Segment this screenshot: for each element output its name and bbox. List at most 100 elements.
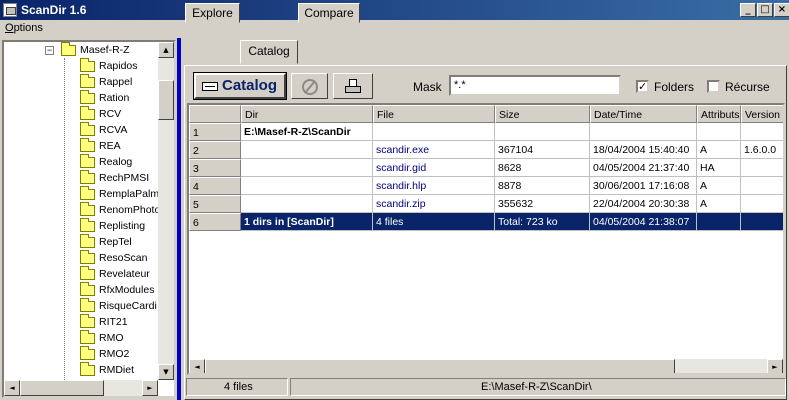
cell-row-number[interactable]: 5 (189, 195, 241, 213)
column-header-size[interactable]: Size (495, 105, 590, 123)
cell-attributes[interactable]: A (697, 177, 741, 195)
catalog-grid[interactable]: Dir File Size Date/Time Attributs Version 1 E:\… (187, 103, 785, 375)
cell-size[interactable] (495, 123, 590, 141)
cell-datetime[interactable]: 04/05/2004 21:37:40 (590, 159, 697, 177)
recurse-checkbox[interactable] (707, 80, 720, 93)
tree-item-label: ResoScan (99, 252, 148, 264)
cell-dir[interactable] (241, 195, 373, 213)
column-header-dir[interactable]: Dir (241, 105, 373, 123)
cell-file[interactable]: scandir.gid (373, 159, 495, 177)
tree-item-label: REA (99, 140, 121, 152)
cell-row-number[interactable]: 4 (189, 177, 241, 195)
cell-dir[interactable]: 1 dirs in [ScanDir] (241, 213, 373, 231)
cell-file[interactable] (373, 123, 495, 141)
scroll-up-button[interactable]: ▲ (158, 42, 174, 58)
cell-version[interactable] (741, 159, 783, 177)
cell-datetime[interactable]: 18/04/2004 15:40:40 (590, 141, 697, 159)
scroll-right-button[interactable]: ► (767, 359, 783, 373)
cell-dir[interactable] (241, 177, 373, 195)
scroll-left-button[interactable]: ◄ (189, 359, 205, 373)
folder-icon (80, 74, 95, 88)
cell-attributes[interactable]: A (697, 195, 741, 213)
cell-datetime[interactable]: 04/05/2004 21:38:07 (590, 213, 697, 231)
tree-horizontal-scrollbar[interactable]: ◄ ► (4, 380, 158, 396)
cell-dir[interactable] (241, 141, 373, 159)
tab-explore[interactable]: Explore (185, 3, 240, 23)
column-header-datetime[interactable]: Date/Time (590, 105, 697, 123)
tree-item-label: Replisting (99, 220, 146, 232)
tree-item-label: RfxModules (99, 284, 155, 296)
tree-item-label: RenomPhoto (99, 204, 161, 216)
folder-icon (80, 330, 95, 344)
cell-datetime[interactable]: 22/04/2004 20:30:38 (590, 195, 697, 213)
folder-icon (80, 186, 95, 200)
menu-options[interactable]: Options (5, 22, 43, 34)
folder-icon (80, 170, 95, 184)
cell-row-number[interactable]: 1 (189, 123, 241, 141)
scroll-thumb[interactable] (20, 380, 104, 396)
mask-label: Mask (413, 80, 442, 94)
cell-size[interactable]: 355632 (495, 195, 590, 213)
collapse-toggle[interactable]: − (45, 46, 54, 55)
cell-row-number[interactable]: 6 (189, 213, 241, 231)
folder-icon (80, 138, 95, 152)
cell-dir[interactable] (241, 159, 373, 177)
scroll-right-button[interactable]: ► (142, 380, 158, 396)
tab-compare[interactable]: Compare (298, 3, 360, 23)
cell-file[interactable]: scandir.exe (373, 141, 495, 159)
folder-tree[interactable]: − Masef-R-Z Rapidos Rappel Ration RCV RCVA RE… (2, 40, 176, 398)
folders-label: Folders (654, 80, 695, 94)
cell-dir[interactable]: E:\Masef-R-Z\ScanDir (241, 123, 373, 141)
tree-item-label: RMDiet (99, 364, 135, 376)
minimize-button[interactable]: _ (740, 3, 756, 17)
cell-file[interactable]: 4 files (373, 213, 495, 231)
tree-vertical-scrollbar[interactable]: ▲ ▼ (158, 42, 174, 380)
column-header-file[interactable]: File (373, 105, 495, 123)
folders-checkbox[interactable]: ✓ (636, 80, 649, 93)
cell-row-number[interactable]: 3 (189, 159, 241, 177)
cell-file[interactable]: scandir.zip (373, 195, 495, 213)
window-title: ScanDir 1.6 (21, 3, 87, 17)
mask-input[interactable]: *.* (449, 75, 621, 96)
panel-splitter[interactable] (177, 38, 181, 400)
cell-version[interactable]: 1.6.0.0 (741, 141, 783, 159)
close-button[interactable]: × (774, 3, 789, 17)
column-header-row-number[interactable] (189, 105, 241, 123)
cell-size[interactable]: 367104 (495, 141, 590, 159)
column-header-attributes[interactable]: Attributs (697, 105, 741, 123)
tab-catalog[interactable]: Catalog (240, 40, 298, 64)
print-button[interactable] (333, 73, 373, 99)
scroll-left-button[interactable]: ◄ (4, 380, 20, 396)
catalog-button[interactable]: Catalog (193, 72, 287, 100)
tree-item-label: Rappel (99, 76, 133, 88)
cell-datetime[interactable] (590, 123, 697, 141)
status-file-count: 4 files (186, 378, 288, 396)
cell-attributes[interactable]: HA (697, 159, 741, 177)
maximize-button[interactable]: □ (757, 3, 773, 17)
stop-button[interactable] (291, 73, 328, 99)
folder-icon (80, 362, 95, 376)
cell-size[interactable]: 8628 (495, 159, 590, 177)
cell-attributes[interactable] (697, 123, 741, 141)
scroll-thumb[interactable] (158, 80, 174, 120)
cell-version[interactable] (741, 213, 783, 231)
cell-datetime[interactable]: 30/06/2001 17:16:08 (590, 177, 697, 195)
cell-version[interactable] (741, 177, 783, 195)
folder-open-icon (61, 42, 76, 56)
grid-horizontal-scrollbar[interactable]: ◄ ► (189, 359, 783, 373)
scroll-down-button[interactable]: ▼ (158, 364, 174, 380)
folder-icon (80, 282, 95, 296)
cell-version[interactable] (741, 195, 783, 213)
cell-attributes[interactable]: A (697, 141, 741, 159)
app-icon[interactable] (3, 3, 17, 17)
tree-item-label: RMO (99, 332, 124, 344)
cell-file[interactable]: scandir.hlp (373, 177, 495, 195)
folder-icon (80, 122, 95, 136)
scroll-thumb[interactable] (205, 359, 675, 373)
cell-size[interactable]: Total: 723 ko (495, 213, 590, 231)
cell-attributes[interactable] (697, 213, 741, 231)
cell-row-number[interactable]: 2 (189, 141, 241, 159)
column-header-version[interactable]: Version (741, 105, 783, 123)
cell-version[interactable] (741, 123, 783, 141)
cell-size[interactable]: 8878 (495, 177, 590, 195)
